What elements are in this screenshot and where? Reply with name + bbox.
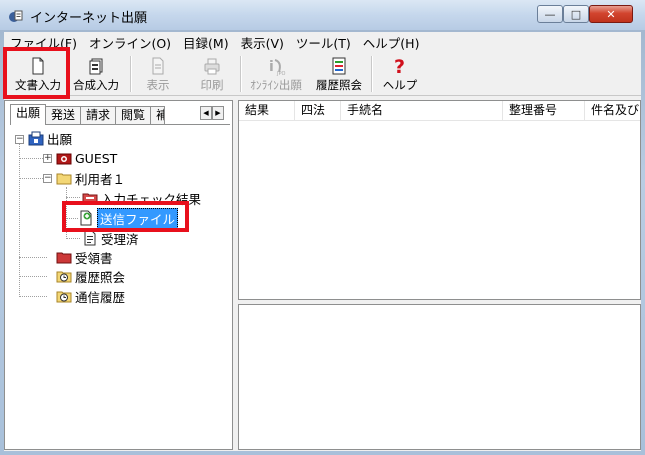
history-query-button[interactable]: 履歴照会 [310, 54, 368, 94]
tree-line [19, 296, 47, 297]
compose-icon [89, 58, 103, 75]
maximize-button[interactable]: □ [563, 5, 589, 23]
tree-node-received[interactable]: 受理済 [82, 229, 139, 247]
tree-node-root[interactable]: 出願 [28, 129, 72, 147]
column-header-procedure[interactable]: 手続名 [341, 101, 503, 120]
tree-node-label: 送信ファイル [97, 207, 179, 229]
tree-line [19, 257, 47, 258]
tab-scroll-left[interactable]: ◀ [200, 106, 212, 120]
minimize-button[interactable]: — [537, 5, 563, 23]
tree-line [19, 276, 47, 277]
close-button[interactable]: ✕ [589, 5, 633, 23]
tree-line [66, 197, 80, 198]
menu-help[interactable]: ヘルプ(H) [357, 33, 426, 52]
tab-filing[interactable]: 出願 [10, 104, 47, 125]
document-icon [32, 57, 44, 75]
list-header: 結果 四法 手続名 整理番号 件名及び [239, 101, 640, 121]
tree-line [66, 187, 67, 239]
history-icon [332, 57, 346, 75]
tree-node-label: 受領書 [75, 250, 113, 266]
tree-line [19, 158, 43, 159]
tree-node-label: 受理済 [101, 231, 139, 247]
toolbar-separator [240, 56, 242, 92]
title-bar: インターネット出願 — □ ✕ [0, 0, 645, 30]
clock-folder-icon [56, 271, 72, 283]
folder-icon [56, 173, 72, 185]
menu-file[interactable]: ファイル(F) [4, 33, 83, 52]
printer-icon [204, 58, 220, 75]
tree-node-label: 利用者１ [75, 171, 126, 187]
tab-browse[interactable]: 閲覧 [115, 106, 152, 124]
display-button[interactable]: 表示 [136, 54, 180, 94]
menu-tools[interactable]: ツール(T) [290, 33, 357, 52]
display-label: 表示 [146, 78, 170, 92]
toolbar-separator [130, 56, 132, 92]
tree-node-user1[interactable]: 利用者１ [56, 169, 125, 187]
tree-node-input-check[interactable]: 入力チェック結果 [82, 189, 201, 207]
online-filing-button[interactable]: i JPO ｵﾝﾗｲﾝ出願 [246, 54, 306, 94]
column-header-result[interactable]: 結果 [239, 101, 295, 120]
tree-node-label: 履歴照会 [75, 269, 126, 285]
expand-toggle[interactable]: + [43, 154, 52, 163]
print-button[interactable]: 印刷 [190, 54, 234, 94]
svg-text:?: ? [394, 56, 405, 76]
toolbar: 文書入力 合成入力 表示 印刷 i JPO ｵﾝﾗｲﾝ出願 履歴照会 ? ヘルプ [4, 52, 641, 96]
online-filing-label: ｵﾝﾗｲﾝ出願 [250, 78, 302, 92]
tree-view: − 出願 + GUEST − 利用者１ 入力チェック結果 送信ファイル 受理済 … [10, 124, 230, 447]
receipt-folder-icon [56, 252, 72, 264]
tree-node-guest[interactable]: GUEST [56, 149, 117, 167]
help-icon: ? [394, 56, 405, 76]
help-label: ヘルプ [382, 78, 418, 92]
filing-root-icon [28, 131, 44, 146]
tab-request[interactable]: 請求 [80, 106, 117, 124]
tree-node-label: 通信履歴 [75, 289, 126, 305]
tree-line [19, 143, 20, 297]
clock-folder-icon [56, 291, 72, 303]
tree-node-label: GUEST [75, 150, 118, 166]
compose-input-button[interactable]: 合成入力 [66, 54, 126, 94]
window-title: インターネット出願 [30, 11, 148, 26]
file-list: 結果 四法 手続名 整理番号 件名及び [238, 100, 641, 300]
result-folder-icon [82, 193, 98, 205]
category-tabs: 出願 発送 請求 閲覧 補 [10, 104, 166, 125]
tree-node-comm-history[interactable]: 通信履歴 [56, 287, 125, 305]
detail-pane [238, 304, 641, 450]
doc-input-label: 文書入力 [15, 78, 61, 92]
column-header-subject[interactable]: 件名及び [585, 101, 640, 120]
tree-node-history-query[interactable]: 履歴照会 [56, 267, 125, 285]
svg-text:i: i [269, 59, 274, 75]
tree-node-receipt[interactable]: 受領書 [56, 248, 113, 266]
history-query-label: 履歴照会 [316, 78, 362, 92]
received-icon [84, 230, 96, 246]
column-header-law[interactable]: 四法 [295, 101, 341, 120]
column-header-ref-number[interactable]: 整理番号 [503, 101, 585, 120]
tree-node-label: 入力チェック結果 [101, 191, 202, 207]
tab-scroll-right[interactable]: ▶ [212, 106, 224, 120]
print-label: 印刷 [200, 78, 224, 92]
compose-input-label: 合成入力 [73, 78, 119, 92]
menu-bar: ファイル(F) オンライン(O) 目録(M) 表示(V) ツール(T) ヘルプ(… [4, 32, 641, 52]
doc-input-button[interactable]: 文書入力 [8, 54, 68, 94]
tree-line [66, 218, 78, 219]
menu-catalog[interactable]: 目録(M) [177, 33, 235, 52]
send-file-icon [80, 210, 92, 226]
tab-supplement[interactable]: 補 [150, 106, 166, 124]
toolbar-separator [371, 56, 373, 92]
online-filing-icon: i JPO [269, 59, 285, 76]
tree-line [66, 238, 80, 239]
collapse-toggle[interactable]: − [15, 135, 24, 144]
menu-view[interactable]: 表示(V) [235, 33, 290, 52]
svg-text:JPO: JPO [276, 71, 285, 76]
tree-line [19, 178, 43, 179]
tree-node-label: 出願 [47, 131, 73, 147]
help-button[interactable]: ? ヘルプ [378, 54, 422, 94]
guest-folder-icon [56, 153, 72, 165]
collapse-toggle[interactable]: − [43, 174, 52, 183]
tree-node-send-file[interactable]: 送信ファイル [78, 207, 179, 229]
app-icon [9, 10, 23, 22]
display-icon [152, 57, 164, 75]
menu-online[interactable]: オンライン(O) [83, 33, 177, 52]
tab-dispatch[interactable]: 発送 [45, 106, 82, 124]
